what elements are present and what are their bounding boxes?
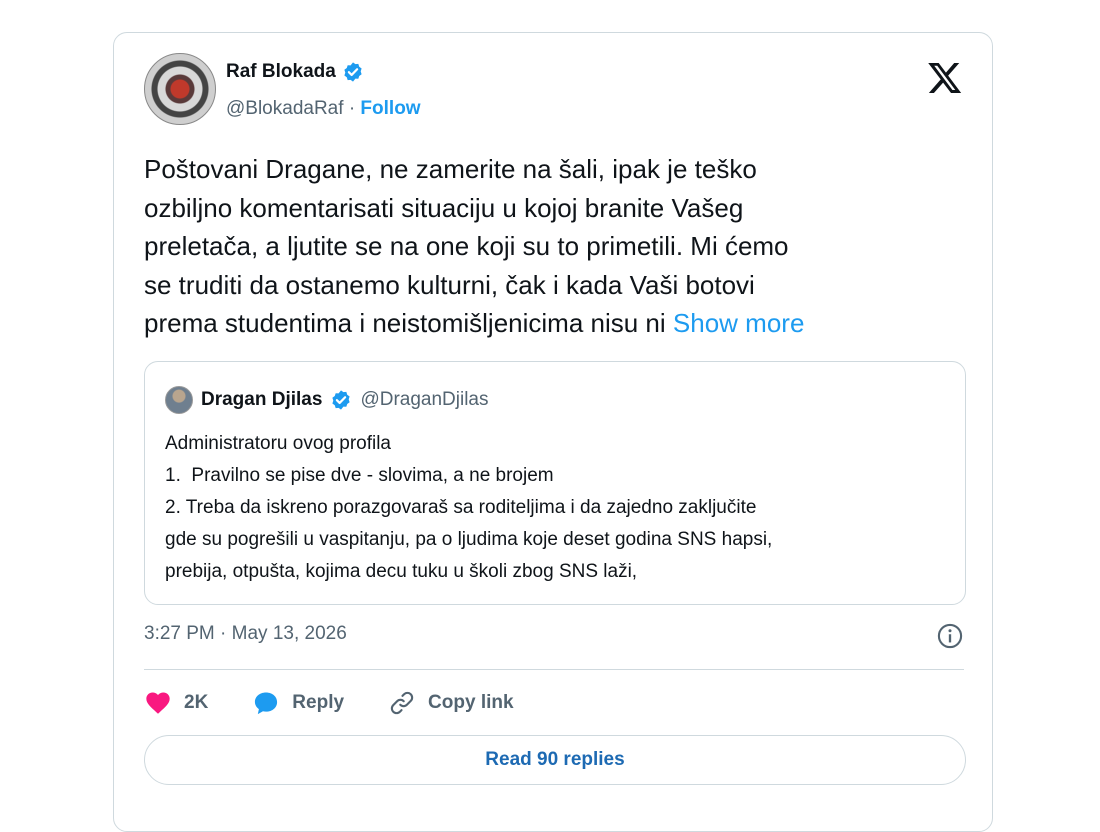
author-handle-row: @BlokadaRaf · Follow — [226, 98, 421, 120]
quoted-text-line: 2. Treba da iskreno porazgovaraš sa rodi… — [165, 497, 757, 518]
speech-bubble-icon — [255, 692, 278, 715]
copy-link-button[interactable]: Copy link — [388, 689, 514, 717]
reply-label: Reply — [292, 692, 345, 713]
tweet-text-line: se truditi da ostanemo kulturni, čak i k… — [144, 269, 755, 300]
quoted-text-line: prebija, otpušta, kojima decu tuku u ško… — [165, 561, 638, 582]
quoted-text-line: gde su pogrešili u vaspitanju, pa o ljud… — [165, 529, 773, 550]
like-button[interactable]: 2K — [144, 689, 208, 717]
read-replies-button[interactable]: Read 90 replies — [144, 735, 966, 785]
x-logo-icon[interactable] — [926, 59, 964, 97]
quoted-author-name: Dragan Djilas — [201, 389, 323, 410]
link-icon — [390, 691, 414, 715]
follow-button[interactable]: Follow — [360, 98, 420, 119]
divider — [144, 669, 964, 670]
tweet-text-line: preletača, a ljutite se na one koji su t… — [144, 231, 789, 261]
quoted-text-line: 1. Pravilno se pise dve - slovima, a ne … — [165, 465, 554, 486]
quoted-author-handle: @DraganDjilas — [360, 389, 489, 410]
tweet-actions: 2K Reply Copy link — [144, 685, 558, 721]
copy-link-label: Copy link — [428, 692, 514, 713]
tweet-timestamp[interactable]: 3:27 PM · May 13, 2026 — [144, 623, 347, 645]
tweet-embed-card: Raf Blokada @BlokadaRaf · Follow Poštova… — [113, 32, 993, 832]
author-display-name[interactable]: Raf Blokada — [226, 61, 336, 83]
author-name-row: Raf Blokada — [226, 61, 364, 83]
handle-separator: · — [348, 98, 356, 119]
tweet-text-line: ozbiljno komentarisati situaciju u kojoj… — [144, 192, 744, 223]
quoted-author-avatar — [165, 386, 193, 414]
tweet-text: Poštovani Dragane, ne zamerite na šali, … — [144, 150, 974, 343]
quoted-tweet-header: Dragan Djilas @DraganDjilas — [165, 386, 489, 414]
quoted-tweet-text: Administratoru ovog profila 1. Pravilno … — [165, 428, 945, 588]
show-more-link[interactable]: Show more — [673, 308, 805, 338]
quoted-text-line: Administratoru ovog profila — [165, 433, 391, 454]
reply-button[interactable]: Reply — [252, 689, 344, 717]
tweet-header: Raf Blokada @BlokadaRaf · Follow — [144, 53, 964, 133]
verified-badge-icon — [344, 62, 362, 82]
tweet-text-line-last: prema studentima i neistomišljenicima ni… — [144, 304, 974, 343]
author-handle[interactable]: @BlokadaRaf — [226, 98, 344, 119]
author-avatar[interactable] — [144, 53, 216, 125]
quoted-tweet[interactable]: Dragan Djilas @DraganDjilas Administrato… — [144, 361, 966, 605]
verified-badge-icon — [332, 390, 351, 410]
tweet-text-line: prema studentima i neistomišljenicima ni… — [144, 308, 666, 338]
tweet-text-line: Poštovani Dragane, ne zamerite na šali, … — [144, 154, 757, 184]
like-count: 2K — [184, 692, 209, 713]
info-icon[interactable] — [936, 622, 964, 650]
heart-icon — [146, 692, 170, 714]
